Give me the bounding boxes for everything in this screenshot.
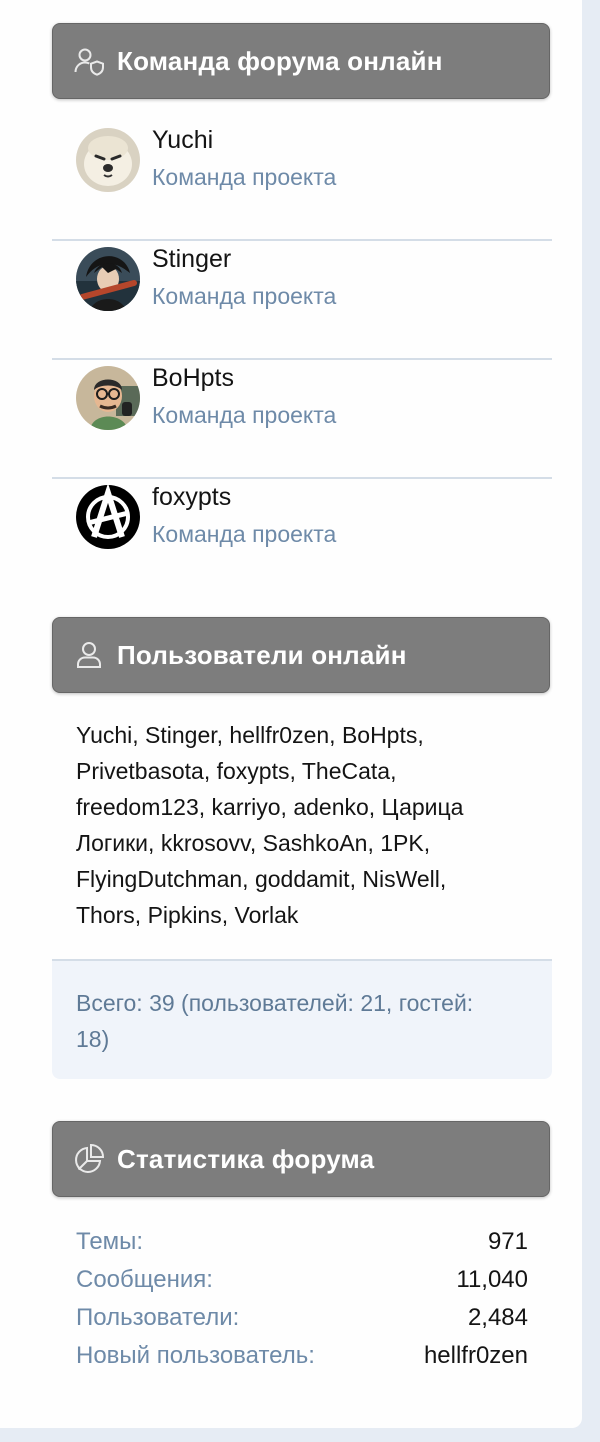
avatar-yuchi[interactable]	[76, 128, 140, 192]
avatar-bohpts[interactable]	[76, 366, 140, 430]
stat-label: Пользователи:	[76, 1304, 240, 1331]
online-totals: Всего: 39 (пользователей: 21, гостей: 18…	[76, 990, 474, 1052]
forum-stats-block: Статистика форума Темы: 971 Сообщения: 1…	[52, 1121, 552, 1391]
stat-label: Новый пользователь:	[76, 1342, 315, 1369]
staff-member-role: Команда проекта	[152, 164, 337, 190]
user-shield-icon	[73, 45, 105, 77]
staff-member-role: Команда проекта	[152, 283, 337, 309]
staff-member: Stinger Команда проекта	[52, 241, 552, 360]
staff-online-block: Команда форума онлайн Yuchi Команда прое…	[52, 23, 552, 583]
stat-row-newest-member: Новый пользователь: hellfr0zen	[76, 1337, 528, 1375]
staff-member: Yuchi Команда проекта	[52, 122, 552, 241]
staff-member-name[interactable]: BoHpts	[152, 364, 234, 393]
staff-member: foxypts Команда проекта	[52, 479, 552, 598]
forum-stats-header[interactable]: Статистика форума	[52, 1121, 550, 1197]
newest-member-link[interactable]: hellfr0zen	[424, 1342, 528, 1370]
staff-member-name[interactable]: Yuchi	[152, 126, 213, 155]
users-online-header[interactable]: Пользователи онлайн	[52, 617, 550, 693]
users-online-title: Пользователи онлайн	[117, 639, 407, 670]
staff-member-role: Команда проекта	[152, 402, 337, 428]
staff-online-header[interactable]: Команда форума онлайн	[52, 23, 550, 99]
online-totals-footer: Всего: 39 (пользователей: 21, гостей: 18…	[52, 959, 552, 1079]
stat-row-threads: Темы: 971	[76, 1223, 528, 1261]
stat-row-messages: Сообщения: 11,040	[76, 1261, 528, 1299]
stat-value: 2,484	[467, 1304, 528, 1331]
staff-online-title: Команда форума онлайн	[117, 45, 443, 76]
avatar-stinger[interactable]	[76, 247, 140, 311]
stat-label: Сообщения:	[76, 1266, 213, 1293]
avatar-foxypts[interactable]	[76, 485, 140, 549]
staff-list: Yuchi Команда проекта Stinger Команда пр…	[52, 122, 552, 598]
staff-member-name[interactable]: Stinger	[152, 245, 231, 274]
stat-value: 11,040	[456, 1266, 528, 1293]
pie-chart-icon	[73, 1143, 105, 1175]
sidebar-panel: Команда форума онлайн Yuchi Команда прое…	[0, 0, 582, 1428]
online-users-list[interactable]: Yuchi, Stinger, hellfr0zen, BoHpts, Priv…	[76, 717, 516, 933]
staff-member-role: Команда проекта	[152, 521, 337, 547]
stat-row-members: Пользователи: 2,484	[76, 1299, 528, 1337]
stat-value: 971	[487, 1228, 528, 1255]
forum-stats-title: Статистика форума	[117, 1143, 375, 1174]
users-online-block: Пользователи онлайн Yuchi, Stinger, hell…	[52, 617, 552, 1081]
stat-label: Темы:	[76, 1228, 144, 1255]
staff-member-name[interactable]: foxypts	[152, 483, 231, 512]
user-icon	[73, 639, 105, 671]
stats-list: Темы: 971 Сообщения: 11,040 Пользователи…	[76, 1223, 528, 1375]
staff-member: BoHpts Команда проекта	[52, 360, 552, 479]
